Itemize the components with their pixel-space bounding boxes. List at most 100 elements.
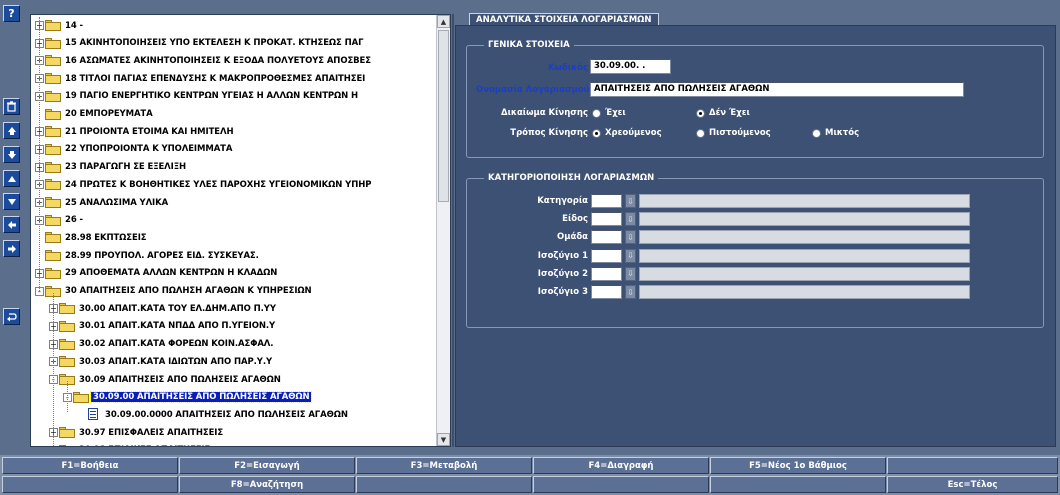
folder-icon xyxy=(45,108,61,120)
category-description-field xyxy=(639,248,970,263)
tree-node-30-09[interactable]: -30.09 ΑΠΑΙΤΗΣΕΙΣ ΑΠΟ ΠΩΛΗΣΕΙΣ ΑΓΑΘΩΝ xyxy=(49,371,283,388)
tree-node-14[interactable]: +14 - xyxy=(35,17,85,34)
tree-node-24[interactable]: +24 ΠΡΩΤΕΣ Κ ΒΟΗΘΗΤΙΚΕΣ ΥΛΕΣ ΠΑΡΟΧΗΣ ΥΓΕ… xyxy=(35,176,373,193)
fkey-empty-button[interactable] xyxy=(533,476,709,493)
tree-node-30-98[interactable]: +30.98 ΕΠΙΔΙΚΕΣ ΑΠΑΙΤΗΣΕΙΣ xyxy=(49,442,212,446)
tree-node-19[interactable]: +19 ΠΑΓΙΟ ΕΝΕΡΓΗΤΙΚΟ ΚΕΝΤΡΩΝ ΥΓΕΙΑΣ Η ΑΛ… xyxy=(35,88,360,105)
tree-node-label: 29 ΑΠΟΘΕΜΑΤΑ ΑΛΛΩΝ ΚΕΝΤΡΩΝ Η ΚΛΑΔΩΝ xyxy=(65,268,278,279)
tree-node-21[interactable]: +21 ΠΡΟΙΟΝΤΑ ΕΤΟΙΜΑ ΚΑΙ ΗΜΙΤΕΛΗ xyxy=(35,123,236,140)
tree-node-30[interactable]: -30 ΑΠΑΙΤΗΣΕΙΣ ΑΠΟ ΠΩΛΗΣΗ ΑΓΑΘΩΝ Κ ΥΠΗΡΕ… xyxy=(35,283,314,300)
last-record-button[interactable] xyxy=(3,146,20,163)
folder-icon xyxy=(45,161,61,173)
fkey-f3-button[interactable]: F3=Μεταβολή xyxy=(356,457,532,474)
function-key-bar: F1=Βοήθεια F2=Εισαγωγή F3=Μεταβολή F4=Διαγρ… xyxy=(0,455,1060,495)
category-code-input[interactable] xyxy=(591,285,622,299)
movement-type-mixed-radio[interactable]: Μικτός xyxy=(812,128,859,138)
tree-node-25[interactable]: +25 ΑΝΑΛΩΣΙΜΑ ΥΛΙΚΑ xyxy=(35,194,170,211)
panel-splitter[interactable] xyxy=(452,14,454,447)
folder-icon xyxy=(45,20,61,31)
tree-scrollbar[interactable]: ▲ ▼ xyxy=(436,15,450,446)
fkey-f1-button[interactable]: F1=Βοήθεια xyxy=(2,457,178,474)
scroll-thumb[interactable] xyxy=(438,30,449,202)
movement-right-yes-radio[interactable]: Έχει xyxy=(592,108,626,118)
next-record-button[interactable] xyxy=(3,193,20,210)
scroll-down-icon[interactable]: ▼ xyxy=(437,433,450,446)
tree-node-30-02[interactable]: +30.02 ΑΠΑΙΤ.ΚΑΤΑ ΦΟΡΕΩΝ ΚΟΙΝ.ΑΣΦΑΛ. xyxy=(49,336,275,353)
category-code-input[interactable] xyxy=(591,230,622,245)
movement-type-debit-radio[interactable]: Χρεούμενος xyxy=(592,128,662,138)
movement-type-credit-label: Πιστούμενος xyxy=(709,128,771,138)
folder-icon xyxy=(59,444,75,446)
delete-button[interactable] xyxy=(3,98,20,115)
fkey-empty-button[interactable] xyxy=(710,476,886,493)
tree-content: +14 - +15 ΑΚΙΝΗΤΟΠΟΙΗΣΕΙΣ ΥΠΟ ΕΚΤΕΛΕΣΗ Κ … xyxy=(31,15,436,446)
category-code-input[interactable] xyxy=(591,266,622,281)
category-field-label: Ομάδα xyxy=(557,232,588,243)
lookup-list-icon[interactable]: ⇩ xyxy=(625,285,636,299)
tree-node-label: 23 ΠΑΡΑΓΩΓΗ ΣΕ ΕΞΕΛΙΞΗ xyxy=(65,162,187,173)
move-left-button[interactable] xyxy=(3,216,20,233)
tree-node-16[interactable]: +16 ΑΣΩΜΑΤΕΣ ΑΚΙΝΗΤΟΠΟΙΗΣΕΙΣ Κ ΕΞΟΔΑ ΠΟΛ… xyxy=(35,52,373,69)
category-code-input[interactable] xyxy=(591,248,622,263)
tree-node-30-09-00-0000[interactable]: 30.09.00.0000 ΑΠΑΙΤΗΣΕΙΣ ΑΠΟ ΠΩΛΗΣΕΙΣ ΑΓ… xyxy=(77,406,350,423)
category-field-label: Είδος xyxy=(562,214,588,225)
first-record-button[interactable] xyxy=(3,122,20,139)
lookup-list-icon[interactable]: ⇩ xyxy=(625,266,636,281)
fkey-esc-button[interactable]: Esc=Τέλος xyxy=(887,476,1058,493)
previous-record-button[interactable] xyxy=(3,170,20,187)
folder-icon xyxy=(45,37,61,49)
account-tree[interactable]: +14 - +15 ΑΚΙΝΗΤΟΠΟΙΗΣΕΙΣ ΥΠΟ ΕΚΤΕΛΕΣΗ Κ … xyxy=(30,14,451,447)
lookup-list-icon[interactable]: ⇩ xyxy=(625,248,636,263)
lookup-list-icon[interactable]: ⇩ xyxy=(625,230,636,245)
fkey-f4-button[interactable]: F4=Διαγραφή xyxy=(533,457,709,474)
movement-right-no-label: Δέν Έχει xyxy=(709,108,750,118)
exit-button[interactable] xyxy=(3,308,20,325)
tree-node-label: 30 ΑΠΑΙΤΗΣΕΙΣ ΑΠΟ ΠΩΛΗΣΗ ΑΓΑΘΩΝ Κ ΥΠΗΡΕΣ… xyxy=(65,286,312,296)
lookup-list-icon[interactable]: ⇩ xyxy=(625,212,636,227)
fkey-f8-button[interactable]: F8=Αναζήτηση xyxy=(179,476,355,493)
tree-node-20[interactable]: 20 ΕΜΠΟΡΕΥΜΑΤΑ xyxy=(35,106,155,123)
code-field[interactable]: 30.09.00. . xyxy=(590,59,671,74)
tree-node-29[interactable]: +29 ΑΠΟΘΕΜΑΤΑ ΑΛΛΩΝ ΚΕΝΤΡΩΝ Η ΚΛΑΔΩΝ xyxy=(35,265,279,282)
tree-node-15[interactable]: +15 ΑΚΙΝΗΤΟΠΟΙΗΣΕΙΣ ΥΠΟ ΕΚΤΕΛΕΣΗ Κ ΠΡΟΚΑ… xyxy=(35,35,365,52)
category-description-field xyxy=(639,212,970,227)
tree-node-30-03[interactable]: +30.03 ΑΠΑΙΤ.ΚΑΤΑ ΙΔΙΩΤΩΝ ΑΠΟ ΠΑΡ.Υ.Υ xyxy=(49,353,274,370)
lookup-list-icon[interactable]: ⇩ xyxy=(625,194,636,208)
radio-checked-icon xyxy=(592,128,601,138)
folder-icon xyxy=(59,338,75,350)
fkey-f2-button[interactable]: F2=Εισαγωγή xyxy=(179,457,355,474)
tree-node-label: 24 ΠΡΩΤΕΣ Κ ΒΟΗΘΗΤΙΚΕΣ ΥΛΕΣ ΠΑΡΟΧΗΣ ΥΓΕΙ… xyxy=(65,179,372,190)
fkey-f5-button[interactable]: F5=Νέος 1ο Βάθμιος xyxy=(710,457,886,474)
tree-node-28-99[interactable]: 28.99 ΠΡΟΥΠΟΛ. ΑΓΟΡΕΣ ΕΙΔ. ΣΥΣΚΕΥΑΣ. xyxy=(35,247,261,264)
tree-node-26[interactable]: +26 - xyxy=(35,212,85,229)
tree-node-23[interactable]: +23 ΠΑΡΑΓΩΓΗ ΣΕ ΕΞΕΛΙΞΗ xyxy=(35,159,188,176)
account-name-field[interactable]: ΑΠΑΙΤΗΣΕΙΣ ΑΠΟ ΠΩΛΗΣΕΙΣ ΑΓΑΘΩΝ xyxy=(590,82,964,97)
category-description-field xyxy=(639,194,970,208)
move-right-button[interactable] xyxy=(3,240,20,257)
category-code-input[interactable] xyxy=(591,194,622,208)
scroll-up-icon[interactable]: ▲ xyxy=(437,15,450,28)
account-name-label: Ονομασία Λογαριασμού xyxy=(476,85,590,95)
folder-icon xyxy=(45,126,61,138)
tree-node-30-01[interactable]: +30.01 ΑΠΑΙΤ.ΚΑΤΑ ΝΠΔΔ ΑΠΟ Π.ΥΓΕΙΟΝ.Υ xyxy=(49,318,277,335)
previous-record-icon xyxy=(7,175,16,182)
fkey-empty-button[interactable] xyxy=(887,457,1058,474)
tree-connector-line xyxy=(67,381,68,413)
folder-icon xyxy=(45,90,61,102)
tree-node-28-98[interactable]: 28.98 ΕΚΠΤΩΣΕΙΣ xyxy=(35,229,148,246)
tree-node-30-09-00[interactable]: -30.09.00 ΑΠΑΙΤΗΣΕΙΣ ΑΠΟ ΠΩΛΗΣΕΙΣ ΑΓΑΘΩΝ xyxy=(63,389,313,406)
help-button[interactable]: ? xyxy=(3,5,20,22)
tree-node-label: 30.03 ΑΠΑΙΤ.ΚΑΤΑ ΙΔΙΩΤΩΝ ΑΠΟ ΠΑΡ.Υ.Υ xyxy=(79,356,273,367)
trash-icon xyxy=(7,101,16,112)
fkey-empty-button[interactable] xyxy=(356,476,532,493)
movement-type-credit-radio[interactable]: Πιστούμενος xyxy=(696,128,771,138)
tree-node-label: 20 ΕΜΠΟΡΕΥΜΑΤΑ xyxy=(65,109,153,119)
category-code-input[interactable] xyxy=(591,212,622,227)
tree-node-22[interactable]: +22 ΥΠΟΠΡΟΙΟΝΤΑ Κ ΥΠΟΛΕΙΜΜΑΤΑ xyxy=(35,141,234,158)
tree-node-30-00[interactable]: +30.00 ΑΠΑΙΤ.ΚΑΤΑ ΤΟΥ ΕΛ.ΔΗΜ.ΑΠΟ Π.ΥΥ xyxy=(49,300,278,317)
movement-right-no-radio[interactable]: Δέν Έχει xyxy=(696,108,750,118)
tree-node-label: 30.09.00 ΑΠΑΙΤΗΣΕΙΣ ΑΠΟ ΠΩΛΗΣΕΙΣ ΑΓΑΘΩΝ xyxy=(89,391,313,404)
tree-node-18[interactable]: +18 ΤΙΤΛΟΙ ΠΑΓΙΑΣ ΕΠΕΝΔΥΣΗΣ Κ ΜΑΚΡΟΠΡΟΘΕ… xyxy=(35,70,367,87)
tree-node-30-97[interactable]: +30.97 ΕΠΙΣΦΑΛΕΙΣ ΑΠΑΙΤΗΣΕΙΣ xyxy=(49,424,225,441)
fkey-empty-button[interactable] xyxy=(2,476,178,493)
